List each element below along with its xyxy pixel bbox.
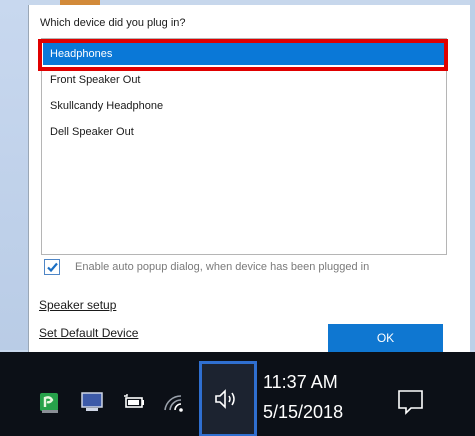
device-item-headphones[interactable]: Headphones [43, 43, 445, 65]
auto-popup-label: Enable auto popup dialog, when device ha… [75, 261, 370, 273]
device-plugged-dialog: Which device did you plug in? Headphones… [28, 5, 470, 352]
clock-date[interactable]: 5/15/2018 [263, 402, 343, 423]
dialog-title: Which device did you plug in? [40, 17, 186, 29]
desktop-background-left [0, 0, 28, 350]
battery-icon[interactable] [122, 392, 146, 414]
taskbar: 11:37 AM 5/15/2018 [0, 352, 475, 436]
speaker-setup-link[interactable]: Speaker setup [39, 298, 116, 312]
realtek-audio-icon[interactable] [38, 392, 62, 414]
checkmark-icon [47, 262, 58, 273]
device-list[interactable]: Headphones Front Speaker Out Skullcandy … [41, 38, 447, 255]
desktop-background-right [470, 0, 475, 350]
action-center-icon[interactable] [396, 388, 426, 416]
volume-highlight-annotation [199, 361, 257, 436]
set-default-device-link[interactable]: Set Default Device [39, 326, 138, 340]
wifi-icon[interactable] [162, 392, 186, 414]
ok-button[interactable]: OK [328, 324, 443, 352]
display-icon[interactable] [80, 392, 104, 414]
auto-popup-checkbox[interactable] [44, 259, 60, 275]
speaker-icon[interactable] [214, 388, 244, 415]
device-item-skullcandy-headphone[interactable]: Skullcandy Headphone [43, 95, 445, 117]
device-item-front-speaker-out[interactable]: Front Speaker Out [43, 69, 445, 91]
device-item-dell-speaker-out[interactable]: Dell Speaker Out [43, 121, 445, 143]
clock-time[interactable]: 11:37 AM [263, 372, 338, 393]
